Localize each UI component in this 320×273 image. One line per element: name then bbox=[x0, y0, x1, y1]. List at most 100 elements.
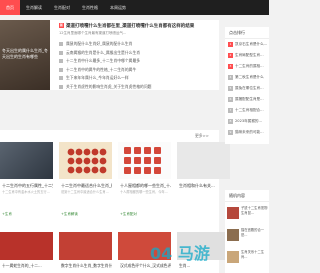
ranking-label: 十二生肖相配合... bbox=[235, 108, 264, 112]
card-title[interactable]: 十人屋相都的哪一些生肖_十人屋... bbox=[120, 183, 171, 189]
ranking-label: 凯京石生肖是什么... bbox=[235, 42, 268, 46]
rank-badge: 7 bbox=[228, 108, 233, 113]
article-card[interactable]: 十二生肖中的五行属性_十二生肖属性 十二生肖中有金木水火土的五行... +生肖 bbox=[0, 142, 53, 217]
ranking-label: 十二生肖的属相... bbox=[235, 64, 264, 68]
card-row: 十二生肖中的五行属性_十二生肖属性 十二生肖中有金木水火土的五行... +生肖 … bbox=[0, 142, 230, 217]
list-item[interactable]: 十二生肖中什么最多_十二生肖中哪个属最多 bbox=[59, 57, 217, 66]
nav-zodiac-personality[interactable]: 生肖性格 bbox=[76, 0, 104, 15]
ranking-label: 属猪配配生肖是... bbox=[235, 97, 264, 101]
ranking-item[interactable]: 1 凯京石生肖是什么... bbox=[225, 39, 269, 50]
recommended-item[interactable]: 子鼠十二生肖宠物生肖鼠... bbox=[225, 202, 269, 224]
ranking-label: 属兔在哪位生肖... bbox=[235, 86, 264, 90]
bullet-icon bbox=[59, 50, 63, 55]
ranking-item[interactable]: 2 生肖局配型生肖... bbox=[225, 50, 269, 61]
ranking-label: 生肖局配型生肖... bbox=[235, 53, 264, 57]
recommended-item[interactable]: 猫在宫殿的合一是... bbox=[225, 224, 269, 246]
card-category[interactable]: +生肖配对 bbox=[120, 212, 137, 217]
nav-weekly-fortune[interactable]: 本周运势 bbox=[104, 0, 132, 15]
watermark-logo: 04 马游 bbox=[150, 244, 210, 263]
list-item[interactable]: 生下来年年属什么_今年肖运好么一样 bbox=[59, 74, 217, 83]
ranking-item[interactable]: 5 属兔在哪位生肖... bbox=[225, 83, 269, 94]
list-item-label: 属鼠的配什么生肖好_属鼠的配什么生肖 bbox=[66, 41, 133, 46]
rank-badge: 5 bbox=[228, 86, 233, 91]
list-item-label: 关于生肖虎性的影响生肖虎_关于生肖虎性格的问题 bbox=[66, 83, 152, 89]
card-thumbnail[interactable] bbox=[59, 142, 112, 179]
featured-article: 冬天出生的属什么生肖_冬天出生的生肖有哪些 新渠道打喷嚏什么生肖都在里_渠道打喷… bbox=[0, 20, 219, 90]
ranking-item[interactable]: 3 十二生肖的属相... bbox=[225, 61, 269, 72]
ranking-label: 2023年属猴的... bbox=[235, 119, 262, 123]
card-title[interactable]: 十二生肖中的五行属性_十二生肖属性 bbox=[2, 183, 53, 189]
nav-zodiac-reading[interactable]: 生肖解读 bbox=[20, 0, 48, 15]
rank-badge: 1 bbox=[228, 42, 233, 47]
card-thumbnail[interactable] bbox=[0, 232, 53, 260]
ranking-label: 猫咪未来的可能... bbox=[235, 130, 264, 134]
more-link[interactable]: 更多>> bbox=[195, 133, 209, 139]
article-card[interactable]: 十一属蛇生肖的_十二... bbox=[0, 232, 53, 273]
card-title[interactable]: 生肖相和什么有关... bbox=[179, 183, 230, 189]
ranking-item[interactable]: 4 第二秋生肖是什么 bbox=[225, 72, 269, 83]
card-title[interactable]: 十一属蛇生肖的_十二... bbox=[2, 263, 53, 269]
bullet-icon bbox=[59, 67, 63, 72]
bullet-icon bbox=[59, 59, 63, 64]
rank-badge: 4 bbox=[228, 75, 233, 80]
card-description: 说到十二生肖中最适合什么生肖... bbox=[61, 190, 109, 194]
recommended-thumbnail[interactable] bbox=[227, 229, 239, 241]
new-badge: 新 bbox=[59, 23, 65, 28]
featured-hero-image[interactable]: 冬天出生的属什么生肖_冬天出生的生肖有哪些 bbox=[0, 20, 50, 90]
rank-badge: 6 bbox=[228, 97, 233, 102]
featured-body: 新渠道打喷嚏什么生肖都在里_渠道打喷嚏什么生肖都有这样的结果 12生肖里面哪个生… bbox=[57, 20, 217, 90]
zodiac-grid-icon bbox=[124, 147, 161, 174]
featured-description: 12生肖里面哪个生肖最有渠道打喷嚏运气... bbox=[59, 31, 127, 35]
card-category[interactable]: +生肖解读 bbox=[61, 212, 78, 217]
bullet-icon bbox=[59, 76, 63, 81]
card-thumbnail[interactable] bbox=[59, 232, 112, 260]
rank-badge: 9 bbox=[228, 130, 233, 135]
sidebar-heading: 点击排行 bbox=[225, 27, 269, 39]
recommended-thumbnail[interactable] bbox=[227, 251, 239, 263]
recommended-title: 子鼠十二生肖宠物生肖鼠... bbox=[241, 206, 268, 215]
card-description: 十人屋相都的哪一些生肖，今年... bbox=[120, 190, 168, 194]
card-description: 十二生肖中有金木水火土的五行... bbox=[2, 190, 50, 194]
bullet-icon bbox=[59, 42, 63, 47]
article-card[interactable]: 生肖相和什么有关... bbox=[177, 142, 230, 217]
card-title[interactable]: 十二生肖中最适合什么生肖_能够... bbox=[61, 183, 112, 189]
article-card[interactable]: 数字生肖什么生肖_数字生肖什么生肖... bbox=[59, 232, 112, 273]
article-card[interactable]: 十人屋相都的哪一些生肖_十人屋... 十人屋相都的哪一些生肖，今年... +生肖… bbox=[118, 142, 171, 217]
ranking-item[interactable]: 7 十二生肖相配合... bbox=[225, 105, 269, 116]
card-description bbox=[179, 190, 230, 199]
ranking-item[interactable]: 9 猫咪未来的可能... bbox=[225, 127, 269, 138]
article-card[interactable]: 十二生肖中最适合什么生肖_能够... 说到十二生肖中最适合什么生肖... +生肖… bbox=[59, 142, 112, 217]
ranking-item[interactable]: 6 属猪配配生肖是... bbox=[225, 94, 269, 105]
list-item-label: 云南属猴的生肖是什么_属猴出生是什么生肖 bbox=[66, 49, 141, 55]
recommended-title: 生肖关系十二生肖... bbox=[241, 250, 265, 259]
card-thumbnail[interactable] bbox=[0, 142, 53, 179]
sidebar-heading: 随机内容 bbox=[225, 190, 269, 202]
recommended-title: 猫在宫殿的合一是... bbox=[241, 228, 265, 237]
list-item[interactable]: 属鼠的配什么生肖好_属鼠的配什么生肖 bbox=[59, 40, 217, 49]
featured-title-text: 渠道打喷嚏什么生肖都在里_渠道打喷嚏什么生肖都有这样的结果 bbox=[66, 24, 195, 29]
list-item-label: 生下来年年属什么_今年肖运好么一样 bbox=[66, 75, 129, 80]
list-item[interactable]: 十二生肖中的属牛的性格_十二生肖的属牛 bbox=[59, 66, 217, 75]
featured-list: 属鼠的配什么生肖好_属鼠的配什么生肖 云南属猴的生肖是什么_属猴出生是什么生肖 … bbox=[59, 40, 217, 91]
list-item[interactable]: 关于生肖虎性的影响生肖虎_关于生肖虎性格的问题 bbox=[59, 83, 217, 92]
bullet-icon bbox=[59, 84, 63, 89]
nav-home[interactable]: 首页 bbox=[0, 0, 20, 15]
recommended-item[interactable]: 生肖关系十二生肖... bbox=[225, 246, 269, 268]
ranking-item[interactable]: 8 2023年属猴的... bbox=[225, 116, 269, 127]
hero-caption: 冬天出生的属什么生肖_冬天出生的生肖有哪些 bbox=[2, 48, 48, 59]
featured-title[interactable]: 新渠道打喷嚏什么生肖都在里_渠道打喷嚏什么生肖都有这样的结果 bbox=[59, 22, 217, 31]
list-item-label: 十二生肖中什么最多_十二生肖中哪个属最多 bbox=[66, 58, 141, 63]
ranking-label: 第二秋生肖是什么 bbox=[235, 75, 264, 79]
card-thumbnail[interactable] bbox=[177, 142, 230, 179]
card-category[interactable]: +生肖 bbox=[2, 212, 12, 217]
rank-badge: 2 bbox=[228, 53, 233, 58]
list-item[interactable]: 云南属猴的生肖是什么_属猴出生是什么生肖 bbox=[59, 49, 217, 58]
card-title[interactable]: 数字生肖什么生肖_数字生肖什么生肖... bbox=[61, 263, 112, 269]
sidebar-recommended: 随机内容 子鼠十二生肖宠物生肖鼠... 猫在宫殿的合一是... 生肖关系十二生肖… bbox=[225, 190, 269, 273]
card-thumbnail[interactable] bbox=[118, 142, 171, 179]
rank-badge: 8 bbox=[228, 119, 233, 124]
nav-zodiac-match[interactable]: 生肖配对 bbox=[48, 0, 76, 15]
rank-badge: 3 bbox=[228, 64, 233, 69]
recommended-thumbnail[interactable] bbox=[227, 207, 239, 219]
sidebar-hot-ranking: 点击排行 1 凯京石生肖是什么... 2 生肖局配型生肖... 3 十二生肖的属相..… bbox=[225, 27, 269, 144]
